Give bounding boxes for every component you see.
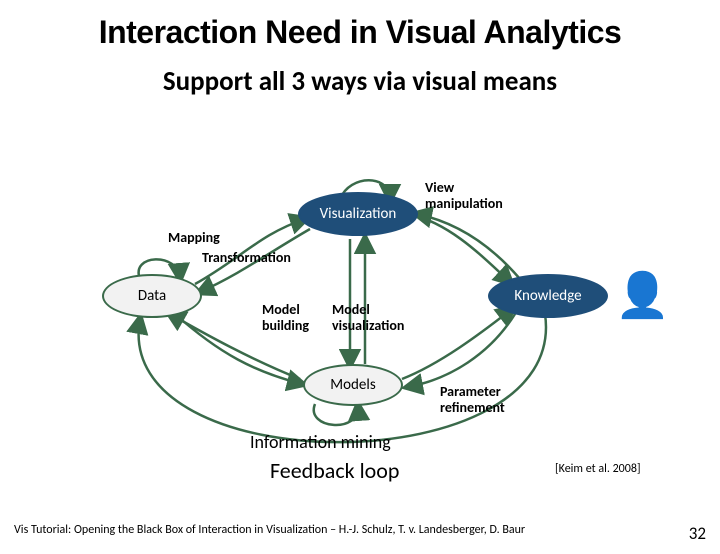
node-models: Models [303,364,403,406]
label-model-building: Model building [262,302,309,334]
slide-number: 32 [689,523,706,544]
node-visualization: Visualization [298,192,418,236]
node-knowledge: Knowledge [488,274,608,318]
citation: [Keim et al. 2008] [555,462,641,476]
page-subtitle: Support all 3 ways via visual means [0,65,720,98]
label-view-manipulation: View manipulation [425,180,503,212]
label-transformation: Transformation [202,250,291,266]
footer-text: Vis Tutorial: Opening the Black Box of I… [14,523,525,544]
page-title: Interaction Need in Visual Analytics [0,14,720,51]
label-mapping: Mapping [168,230,220,246]
diagram-container: Visualization Data Models Knowledge View… [0,174,720,484]
footer: Vis Tutorial: Opening the Black Box of I… [14,523,706,544]
label-information-mining: Information mining [250,432,391,453]
label-parameter-refinement: Parameter refinement [440,384,505,416]
person-icon: 👤 [615,268,670,322]
label-feedback-loop: Feedback loop [270,457,399,484]
label-model-visualization: Model visualization [332,302,404,334]
node-data: Data [102,274,202,318]
